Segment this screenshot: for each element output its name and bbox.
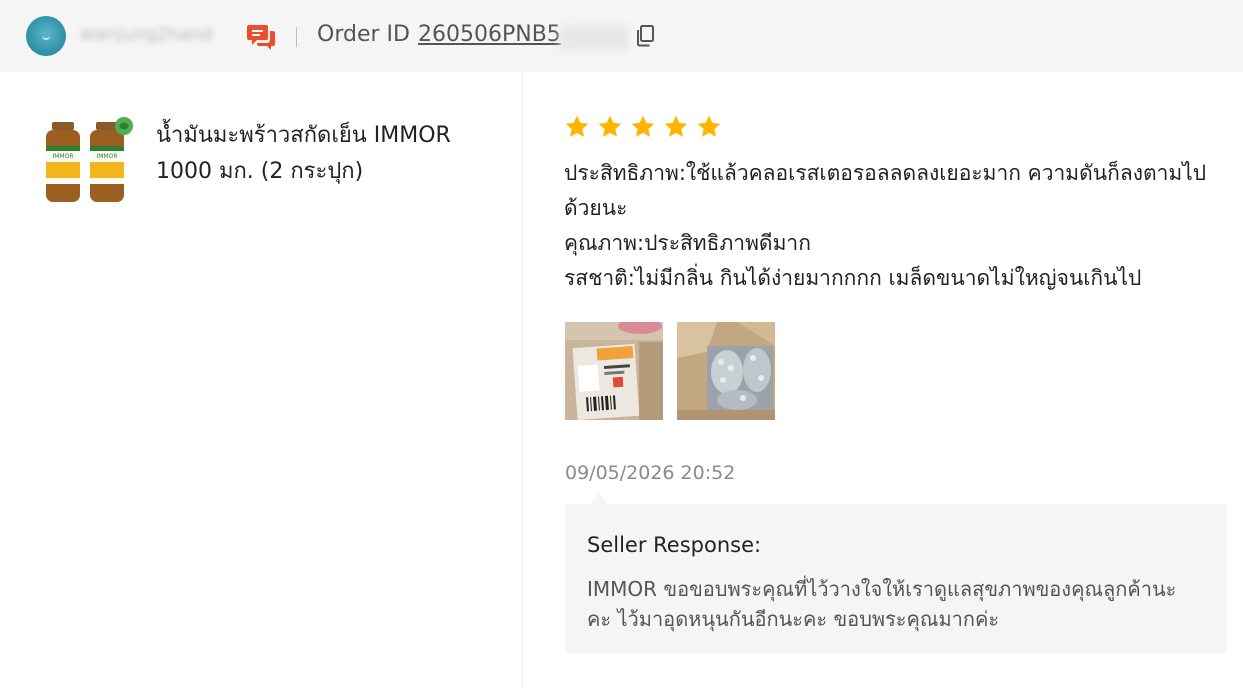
review-line-performance: ประสิทธิภาพ:ใช้แล้วคลอเรสเตอรอลลดลงเยอะม… <box>564 161 1207 220</box>
order-header: wanjung2hand Order ID 260506PNB5 <box>0 0 1243 72</box>
product-thumbnail[interactable]: IMMOR IMMOR <box>40 112 136 208</box>
order-id-link[interactable]: 260506PNB5 <box>418 22 561 47</box>
review-photos <box>565 322 775 420</box>
svg-text:IMMOR: IMMOR <box>96 153 117 160</box>
seller-response-text: IMMOR ขอขอบพระคุณที่ไว้วางใจให้เราดูแลสุ… <box>587 577 1177 631</box>
review-timestamp: 09/05/2026 20:52 <box>565 462 736 484</box>
column-divider <box>522 72 523 688</box>
review-photo-parcel-label[interactable] <box>565 322 663 420</box>
star-icon <box>598 115 622 137</box>
review-line-taste: รสชาติ:ไม่มีกลิ่น กินได้ง่ายมากกกก เมล็ด… <box>564 266 1142 290</box>
star-icon <box>565 115 589 137</box>
buyer-username[interactable]: wanjung2hand <box>80 24 213 48</box>
seller-response-title: Seller Response: <box>587 533 762 557</box>
bottle-left: IMMOR <box>46 122 80 202</box>
copy-icon[interactable] <box>634 24 656 48</box>
review-text: ประสิทธิภาพ:ใช้แล้วคลอเรสเตอรอลลดลงเยอะม… <box>564 156 1234 296</box>
header-divider <box>296 27 297 47</box>
star-icon <box>631 115 655 137</box>
rating-stars <box>564 114 722 140</box>
product-name[interactable]: น้ำมันมะพร้าวสกัดเย็น IMMOR 1000 มก. (2 … <box>156 118 486 190</box>
bottle-right: IMMOR <box>90 122 124 202</box>
order-id-redacted <box>560 26 628 50</box>
seller-response-pointer <box>590 493 608 504</box>
review-photo-bubble-wrap[interactable] <box>677 322 775 420</box>
chat-icon[interactable] <box>246 23 276 51</box>
star-icon <box>664 115 688 137</box>
product-name-line-1: น้ำมันมะพร้าวสกัดเย็น IMMOR <box>156 123 451 148</box>
svg-text:IMMOR: IMMOR <box>52 153 73 160</box>
seller-response-box: Seller Response: IMMOR ขอขอบพระคุณที่ไว้… <box>565 504 1227 653</box>
avatar[interactable] <box>26 16 66 56</box>
star-icon <box>697 115 721 137</box>
product-name-line-2: 1000 มก. (2 กระปุก) <box>156 159 364 184</box>
order-id-label: Order ID <box>317 22 410 47</box>
review-line-quality: คุณภาพ:ประสิทธิภาพดีมาก <box>564 231 811 255</box>
